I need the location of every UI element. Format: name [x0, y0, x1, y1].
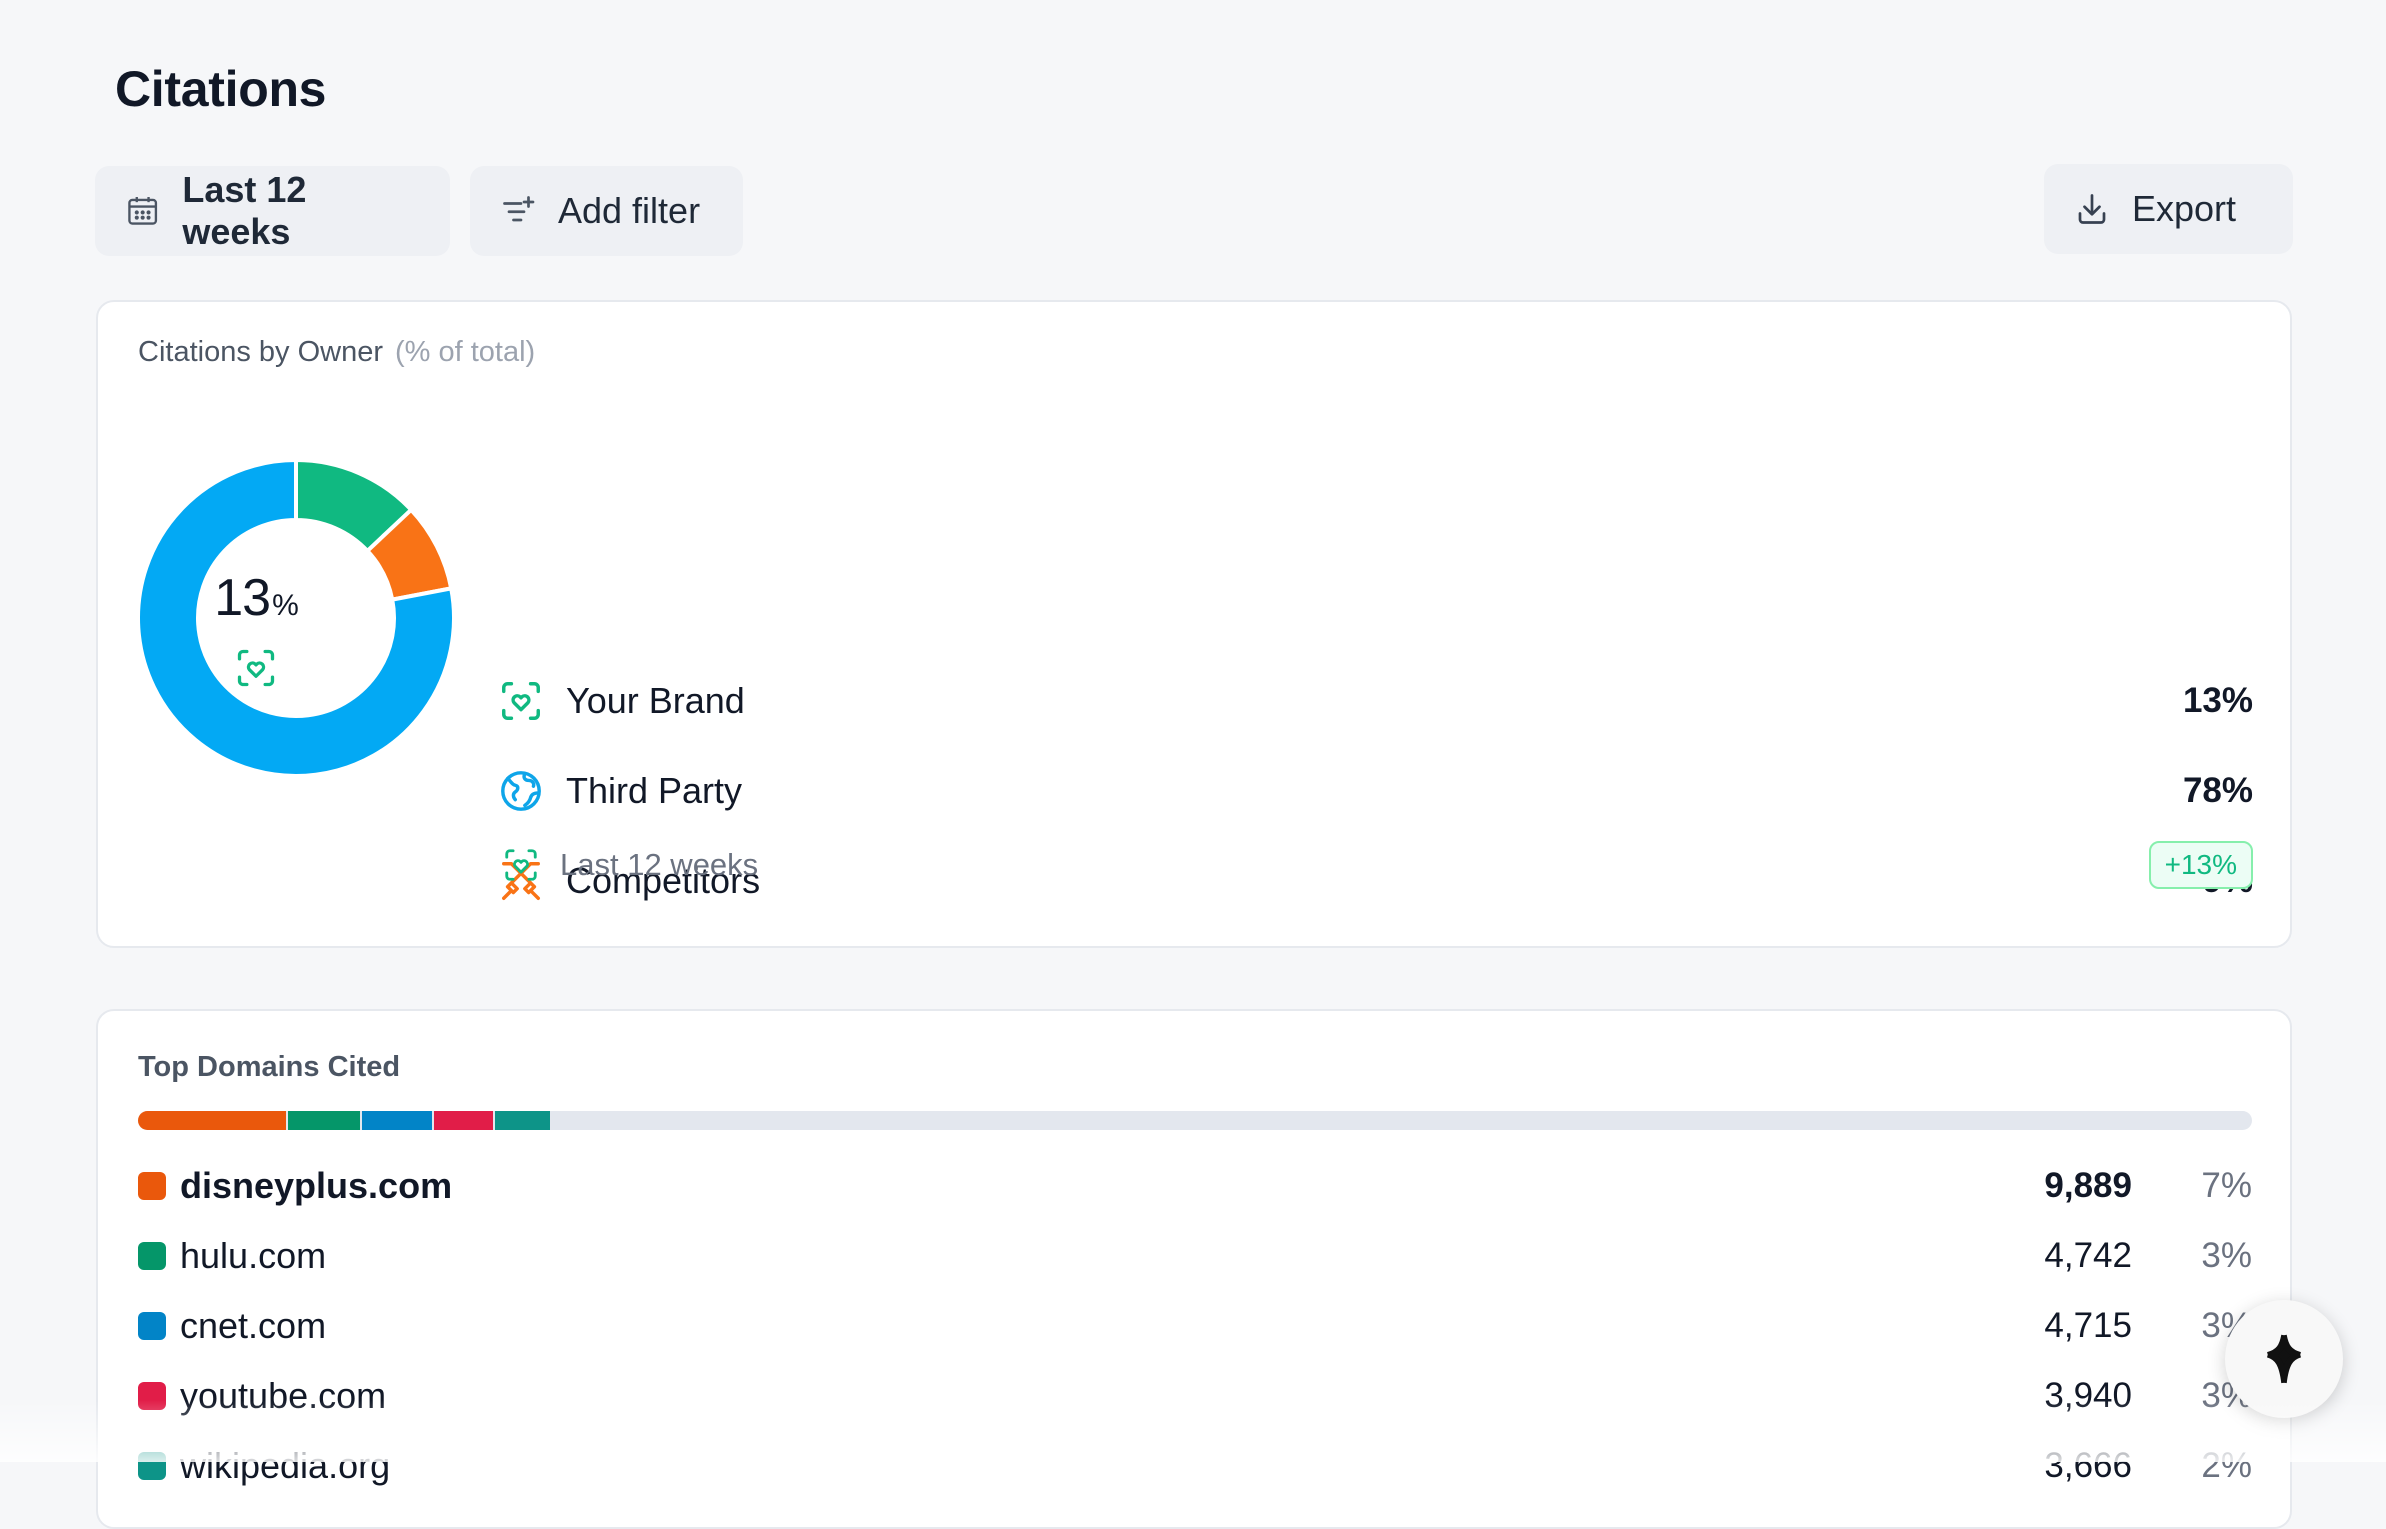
domain-row[interactable]: youtube.com 3,940 3% [138, 1366, 2252, 1426]
legend-third-party[interactable]: Third Party 78% [498, 761, 2253, 821]
domain-share-segment [433, 1111, 493, 1130]
export-label: Export [2132, 188, 2237, 229]
globe-icon [501, 771, 541, 811]
domain-count: 4,742 [2044, 1236, 2132, 1275]
domain-color-swatch [138, 1172, 166, 1200]
domain-color-swatch [138, 1312, 166, 1340]
domain-share-segment [138, 1111, 286, 1130]
domains-share-bar [138, 1111, 2252, 1130]
brand-heart-icon [237, 649, 275, 687]
calendar-icon [128, 197, 158, 225]
domain-share-segment [494, 1111, 550, 1130]
card-subtitle: (% of total) [395, 336, 536, 368]
donut-center-unit: % [272, 589, 299, 622]
domain-count: 9,889 [2044, 1166, 2132, 1205]
trend-row: Last 12 weeks +13% [498, 835, 2253, 895]
trend-label: Last 12 weeks [560, 847, 759, 882]
date-range-button[interactable]: Last 12 weeks [95, 166, 450, 256]
domain-name: wikipedia.org [180, 1445, 391, 1486]
export-button[interactable]: Export [2044, 164, 2293, 254]
domain-count: 3,666 [2044, 1446, 2132, 1485]
download-icon [2078, 194, 2106, 224]
domain-name: cnet.com [180, 1305, 327, 1346]
domain-name: hulu.com [180, 1235, 327, 1276]
donut-center-value: 13% [198, 570, 314, 634]
add-filter-label: Add filter [558, 190, 701, 231]
domain-row[interactable]: hulu.com 4,742 3% [138, 1226, 2252, 1286]
filter-add-icon [503, 196, 535, 222]
card-title: Citations by Owner (% of total) [138, 336, 535, 369]
domain-row[interactable]: disneyplus.com 9,889 7% [138, 1156, 2252, 1216]
sparkle-icon [2266, 1334, 2302, 1384]
domain-share-segment [361, 1111, 432, 1130]
card-title-text: Citations by Owner [138, 336, 383, 368]
domain-percent: 7% [2201, 1166, 2252, 1205]
domain-name: disneyplus.com [180, 1165, 453, 1206]
assistant-button[interactable] [2225, 1300, 2343, 1418]
domain-share-segment [287, 1111, 360, 1130]
legend-label: Your Brand [566, 680, 745, 721]
date-range-label: Last 12 weeks [182, 169, 307, 252]
domain-row[interactable]: cnet.com 4,715 3% [138, 1296, 2252, 1356]
domain-row[interactable]: wikipedia.org 3,666 2% [138, 1436, 2252, 1496]
legend-your-brand[interactable]: Your Brand 13% [498, 671, 2253, 731]
domain-name: youtube.com [180, 1375, 387, 1416]
domain-percent: 2% [2201, 1446, 2252, 1485]
legend-value: 13% [2182, 681, 2253, 720]
domain-color-swatch [138, 1382, 166, 1410]
domain-color-swatch [138, 1452, 166, 1480]
domain-count: 4,715 [2044, 1306, 2132, 1345]
domain-color-swatch [138, 1242, 166, 1270]
add-filter-button[interactable]: Add filter [470, 166, 743, 256]
brand-heart-icon [505, 849, 537, 881]
donut-center-number: 13 [214, 569, 271, 627]
trend-change-badge: +13% [2148, 841, 2253, 889]
legend-value: 78% [2182, 771, 2253, 810]
citations-by-owner-card: Citations by Owner (% of total) 13% Your … [96, 300, 2292, 1178]
domain-percent: 3% [2201, 1236, 2252, 1275]
top-domains-card: Top Domains Cited disneyplus.com 9,889 7% h… [96, 1009, 2292, 1529]
card-title: Top Domains Cited [138, 1051, 401, 1083]
legend-label: Third Party [566, 770, 743, 811]
page-title: Citations [115, 61, 327, 117]
brand-heart-icon [502, 682, 540, 720]
donut-center: 13% [198, 570, 314, 690]
domain-count: 3,940 [2044, 1376, 2132, 1415]
